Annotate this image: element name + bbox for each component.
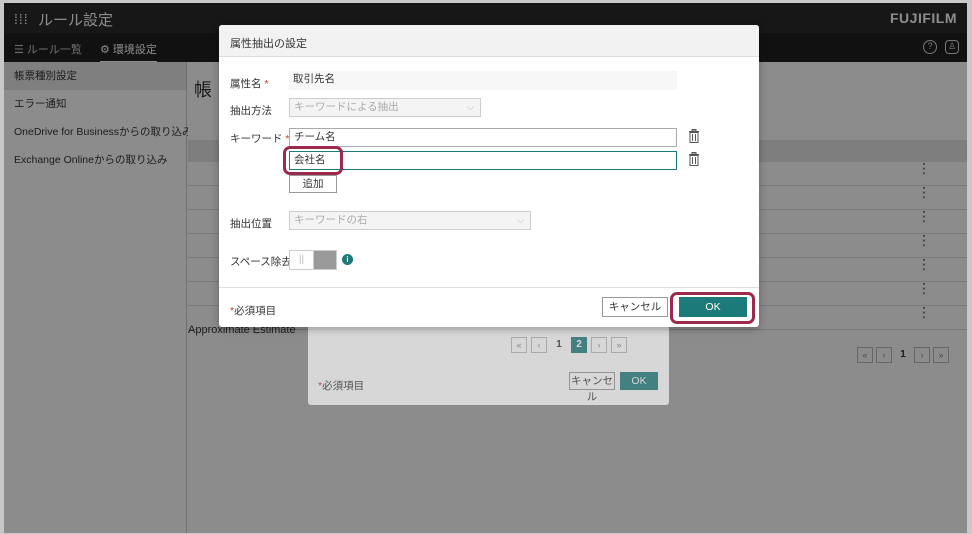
method-select[interactable]: キーワードによる抽出 ⌵: [289, 98, 481, 117]
prev-page-button[interactable]: ‹: [531, 337, 547, 353]
next-page-button[interactable]: ›: [591, 337, 607, 353]
method-label: 抽出方法: [230, 105, 272, 117]
ok-button[interactable]: OK: [620, 372, 658, 390]
space-removal-label: スペース除去: [230, 256, 292, 268]
required-note: *必須項目: [318, 380, 365, 392]
first-page-button[interactable]: «: [511, 337, 527, 353]
last-page-button[interactable]: »: [611, 337, 627, 353]
current-page[interactable]: 2: [571, 337, 587, 353]
cancel-button[interactable]: キャンセル: [602, 297, 668, 317]
attribute-extract-dialog: 属性抽出の設定 属性名 * 取引先名 抽出方法 キーワードによる抽出 ⌵ キーワー…: [219, 25, 759, 327]
info-icon[interactable]: i: [342, 254, 353, 265]
page-number[interactable]: 1: [551, 337, 567, 353]
keyword-field[interactable]: チーム名: [289, 128, 677, 147]
attr-name-field[interactable]: 取引先名: [289, 71, 677, 90]
trash-icon[interactable]: [688, 152, 700, 166]
chevron-down-icon: ⌵: [467, 102, 474, 112]
attr-name-label: 属性名 *: [230, 78, 269, 90]
cancel-button[interactable]: キャンセル: [569, 372, 615, 403]
dialog-title: 属性抽出の設定: [230, 38, 307, 50]
trash-icon[interactable]: [688, 129, 700, 143]
dialog-header: 属性抽出の設定: [219, 25, 759, 57]
chevron-down-icon: ⌵: [517, 215, 524, 225]
dialog-pager: « ‹ 1 2 › »: [511, 337, 627, 353]
position-select[interactable]: キーワードの右 ⌵: [289, 211, 531, 230]
position-label: 抽出位置: [230, 218, 272, 230]
dialog-footer-divider: [219, 287, 759, 288]
keyword-label: キーワード *: [230, 133, 290, 145]
app-window: ⁞⁞⁞ ルール設定 FUJIFILM ☰ ルール一覧 ⚙ 環境設定 ? ♙ 帳票…: [4, 3, 967, 533]
space-removal-toggle[interactable]: ||: [289, 250, 337, 270]
ok-button[interactable]: OK: [679, 297, 747, 317]
keyword-field[interactable]: 会社名: [289, 151, 677, 170]
required-note: *必須項目: [230, 305, 277, 317]
add-keyword-button[interactable]: 追加: [289, 175, 337, 193]
background-dialog: « ‹ 1 2 › » *必須項目 キャンセル OK: [308, 321, 669, 405]
